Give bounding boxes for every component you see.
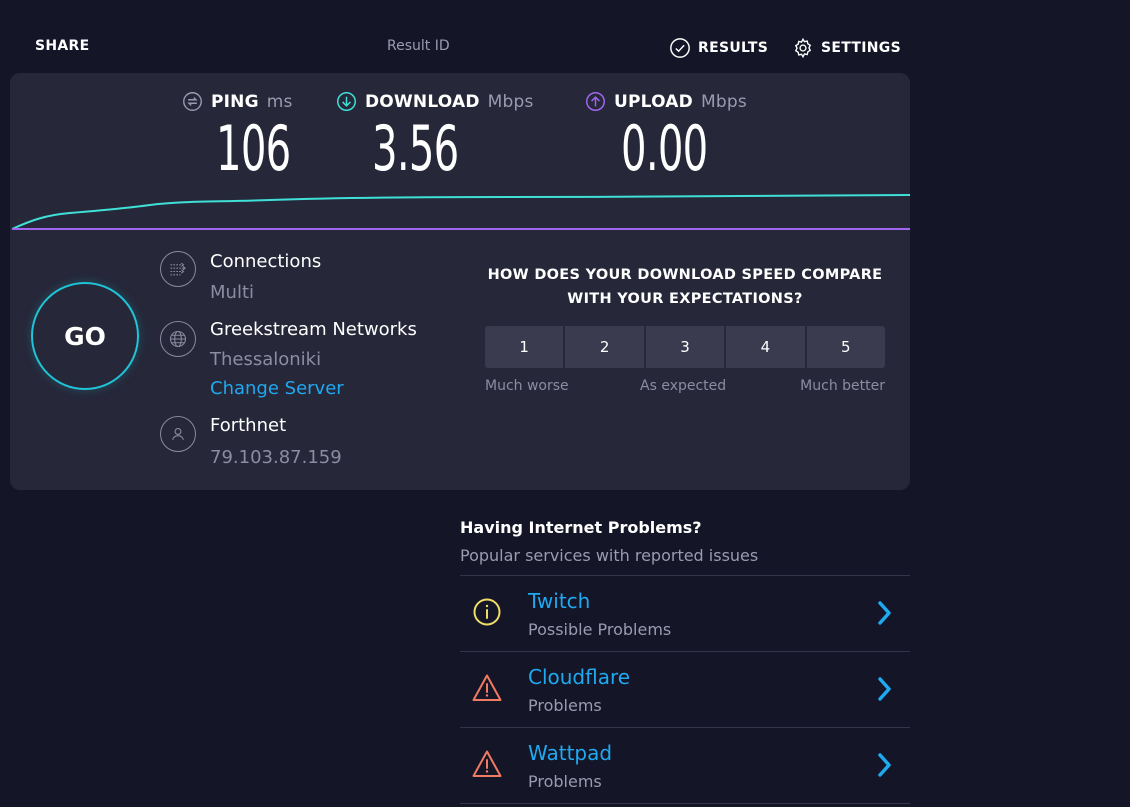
problems-list: Twitch Possible Problems Cloudflare Prob… bbox=[460, 575, 910, 804]
ping-value: 106 bbox=[216, 112, 291, 185]
problem-name: Cloudflare bbox=[528, 665, 631, 689]
settings-label: SETTINGS bbox=[821, 40, 901, 56]
top-bar: SHARE Result ID RESULTS SETTINGS bbox=[0, 0, 910, 70]
provider-name: Forthnet bbox=[210, 415, 287, 436]
results-button[interactable]: RESULTS bbox=[669, 37, 768, 59]
results-panel: PING ms 106 DOWNLOAD Mbps 3.56 UPLOAD Mb… bbox=[10, 73, 910, 490]
problem-item-wattpad[interactable]: Wattpad Problems bbox=[460, 728, 910, 804]
problem-item-twitch[interactable]: Twitch Possible Problems bbox=[460, 576, 910, 652]
download-value: 3.56 bbox=[372, 112, 459, 185]
ping-label: PING bbox=[211, 91, 259, 112]
download-unit: Mbps bbox=[487, 91, 534, 112]
rating-button-1[interactable]: 1 bbox=[485, 326, 564, 368]
internet-problems-section: Having Internet Problems? Popular servic… bbox=[460, 518, 910, 804]
user-icon bbox=[160, 416, 196, 452]
problem-name: Twitch bbox=[528, 589, 591, 613]
survey-question-line-1: HOW DOES YOUR DOWNLOAD SPEED COMPARE bbox=[487, 267, 883, 283]
connections-title: Connections bbox=[210, 251, 322, 272]
problem-name: Wattpad bbox=[528, 741, 613, 765]
ping-unit: ms bbox=[266, 91, 293, 112]
problems-subtitle: Popular services with reported issues bbox=[460, 546, 759, 565]
warning-triangle-icon bbox=[472, 750, 502, 777]
download-metric: DOWNLOAD Mbps 3.56 bbox=[336, 91, 534, 180]
upload-unit: Mbps bbox=[700, 91, 747, 112]
share-button[interactable]: SHARE bbox=[35, 38, 89, 54]
settings-button[interactable]: SETTINGS bbox=[792, 37, 901, 59]
survey-question-line-2: WITH YOUR EXPECTATIONS? bbox=[567, 291, 803, 307]
connections-value: Multi bbox=[210, 282, 254, 303]
info-circle-icon bbox=[473, 598, 501, 626]
warning-triangle-icon bbox=[472, 674, 502, 701]
speed-graph bbox=[11, 194, 910, 230]
upload-metric: UPLOAD Mbps 0.00 bbox=[585, 91, 747, 180]
rating-label-high: Much better bbox=[800, 378, 885, 394]
ping-icon bbox=[183, 92, 202, 111]
results-label: RESULTS bbox=[698, 40, 769, 56]
rating-button-3[interactable]: 3 bbox=[645, 326, 725, 368]
problem-status: Possible Problems bbox=[528, 620, 672, 639]
survey-question: HOW DOES YOUR DOWNLOAD SPEED COMPARE WIT… bbox=[480, 263, 890, 311]
chevron-right-icon bbox=[878, 753, 891, 777]
download-arrow-icon bbox=[337, 92, 356, 111]
ping-metric: PING ms 106 bbox=[182, 91, 319, 180]
go-button[interactable]: GO bbox=[31, 282, 139, 390]
rating-label-low: Much worse bbox=[485, 378, 569, 394]
provider-ip: 79.103.87.159 bbox=[210, 447, 342, 468]
download-speed-line bbox=[11, 194, 910, 230]
problem-item-cloudflare[interactable]: Cloudflare Problems bbox=[460, 652, 910, 728]
rating-label-mid: As expected bbox=[640, 378, 727, 394]
globe-icon bbox=[160, 321, 196, 357]
connections-icon bbox=[160, 251, 196, 287]
upload-value: 0.00 bbox=[621, 112, 708, 185]
chevron-right-icon bbox=[878, 677, 891, 701]
upload-label: UPLOAD bbox=[614, 91, 693, 112]
download-label: DOWNLOAD bbox=[365, 91, 480, 112]
problem-status: Problems bbox=[528, 696, 602, 715]
rating-button-4[interactable]: 4 bbox=[726, 326, 805, 368]
rating-button-2[interactable]: 2 bbox=[565, 326, 644, 368]
problem-status: Problems bbox=[528, 772, 602, 791]
change-server-link[interactable]: Change Server bbox=[210, 378, 344, 399]
server-location: Thessaloniki bbox=[210, 349, 322, 370]
problems-title: Having Internet Problems? bbox=[460, 518, 702, 537]
result-id-label: Result ID bbox=[387, 38, 450, 54]
gear-icon bbox=[794, 37, 812, 59]
rating-button-5[interactable]: 5 bbox=[806, 326, 886, 368]
rating-scale: 1 2 3 4 5 bbox=[485, 326, 886, 368]
check-circle-icon bbox=[670, 38, 690, 58]
upload-arrow-icon bbox=[586, 92, 605, 111]
chevron-right-icon bbox=[878, 601, 891, 625]
server-name: Greekstream Networks bbox=[210, 319, 417, 340]
